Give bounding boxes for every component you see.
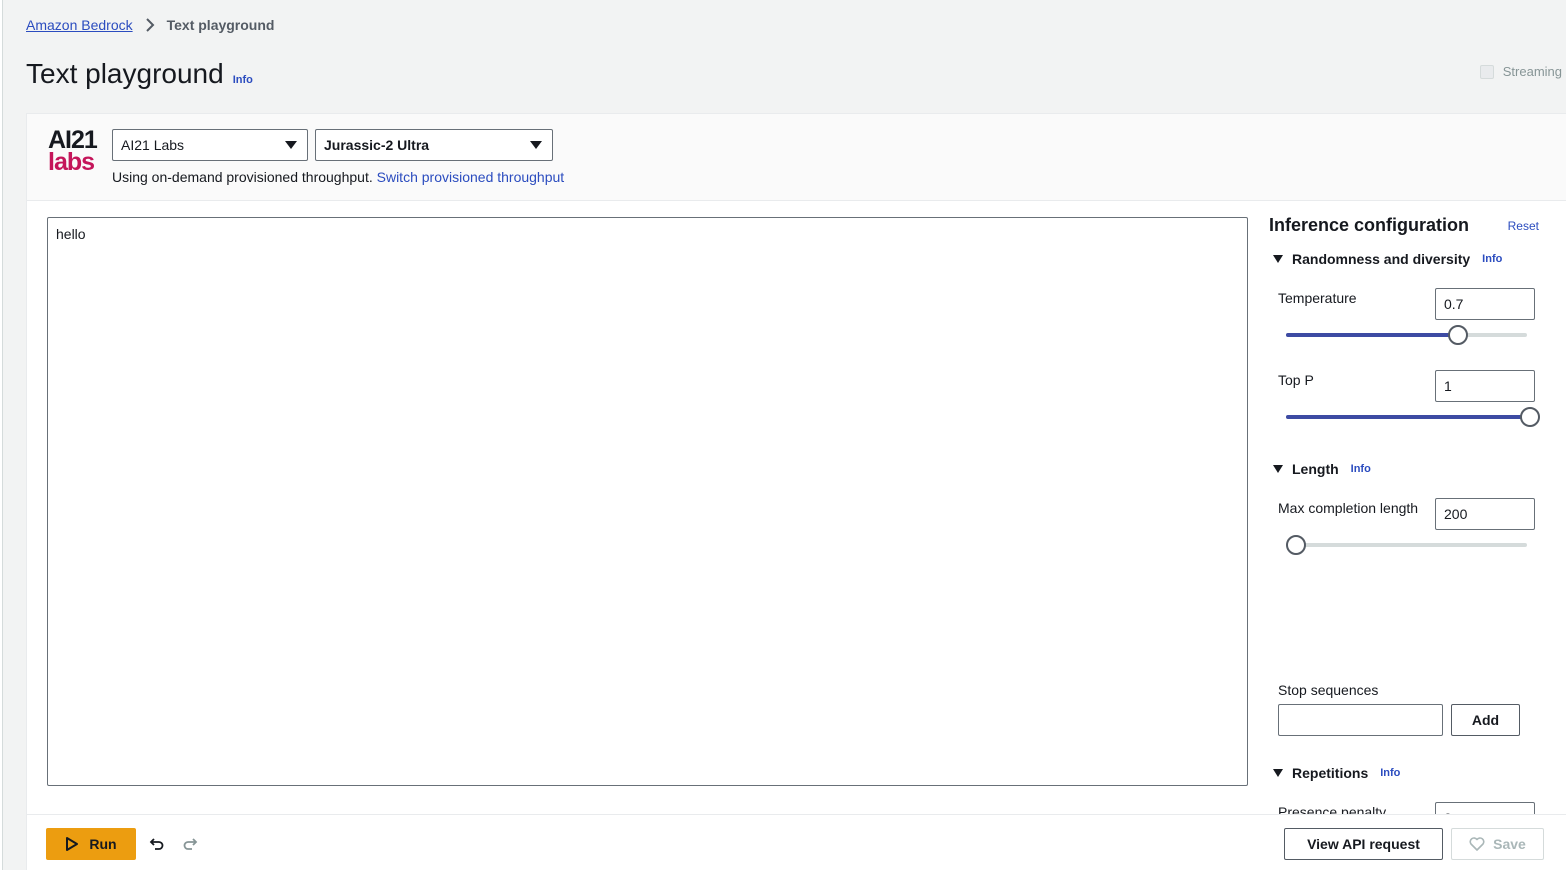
inference-config-title: Inference configuration bbox=[1269, 215, 1470, 235]
slider-fill bbox=[1286, 333, 1458, 337]
streaming-toggle[interactable]: Streaming bbox=[1479, 64, 1562, 79]
slider-track bbox=[1286, 543, 1527, 547]
footer-bar: Run View API request Save bbox=[27, 814, 1566, 870]
repetitions-heading: Repetitions bbox=[1292, 765, 1369, 781]
slider-fill bbox=[1286, 415, 1527, 419]
randomness-section-toggle[interactable]: Randomness and diversity Info bbox=[1273, 251, 1502, 267]
model-select-value: Jurassic-2 Ultra bbox=[324, 137, 430, 153]
logo-bottom-text: labs bbox=[48, 148, 95, 176]
add-stop-sequence-button[interactable]: Add bbox=[1451, 704, 1520, 736]
repetitions-info-link[interactable]: Info bbox=[1380, 767, 1400, 779]
undo-icon[interactable] bbox=[149, 835, 165, 851]
streaming-checkbox[interactable] bbox=[1479, 64, 1494, 79]
slider-thumb[interactable] bbox=[1286, 535, 1306, 555]
max-length-label: Max completion length bbox=[1278, 500, 1419, 516]
length-heading: Length bbox=[1292, 461, 1339, 477]
switch-throughput-link[interactable]: Switch provisioned throughput bbox=[377, 169, 565, 185]
model-bar: AI21 labs AI21 Labs Jurassic-2 Ultra Usi… bbox=[27, 114, 1566, 201]
caret-down-icon bbox=[1273, 769, 1283, 777]
model-select[interactable]: Jurassic-2 Ultra bbox=[315, 129, 553, 161]
playground-panel: AI21 labs AI21 Labs Jurassic-2 Ultra Usi… bbox=[26, 113, 1566, 870]
length-section-toggle[interactable]: Length Info bbox=[1273, 461, 1371, 477]
left-rail bbox=[0, 0, 3, 870]
reset-link[interactable]: Reset bbox=[1508, 219, 1539, 233]
top-p-slider[interactable] bbox=[1286, 407, 1540, 427]
caret-down-icon bbox=[285, 141, 297, 149]
caret-down-icon bbox=[1273, 465, 1283, 473]
caret-down-icon bbox=[1273, 255, 1283, 263]
run-button-label: Run bbox=[89, 836, 117, 852]
top-p-input[interactable]: 1 bbox=[1435, 370, 1535, 402]
repetitions-section-toggle[interactable]: Repetitions Info bbox=[1273, 765, 1400, 781]
temperature-label: Temperature bbox=[1278, 290, 1357, 306]
ai21-labs-logo: AI21 labs bbox=[48, 128, 98, 175]
slider-thumb[interactable] bbox=[1448, 325, 1468, 345]
provider-select[interactable]: AI21 Labs bbox=[112, 129, 308, 161]
breadcrumb-amazon-bedrock[interactable]: Amazon Bedrock bbox=[26, 17, 133, 33]
breadcrumb: Amazon Bedrock Text playground bbox=[26, 17, 274, 33]
max-length-slider[interactable] bbox=[1286, 535, 1527, 555]
slider-thumb[interactable] bbox=[1520, 407, 1540, 427]
page-info-link[interactable]: Info bbox=[233, 74, 253, 86]
throughput-text: Using on-demand provisioned throughput. bbox=[112, 169, 373, 185]
chevron-right-icon bbox=[145, 18, 155, 32]
randomness-heading: Randomness and diversity bbox=[1292, 251, 1471, 267]
page-title-text: Text playground bbox=[26, 58, 224, 89]
caret-down-icon bbox=[530, 141, 542, 149]
save-button-label: Save bbox=[1493, 836, 1526, 852]
heart-icon bbox=[1469, 837, 1485, 851]
randomness-info-link[interactable]: Info bbox=[1482, 253, 1502, 265]
save-button[interactable]: Save bbox=[1451, 828, 1544, 860]
temperature-slider[interactable] bbox=[1286, 325, 1527, 345]
page-title: Text playground Info bbox=[26, 58, 253, 90]
temperature-input[interactable]: 0.7 bbox=[1435, 288, 1535, 320]
breadcrumb-current: Text playground bbox=[166, 17, 275, 33]
top-p-label: Top P bbox=[1278, 372, 1314, 388]
redo-icon[interactable] bbox=[182, 835, 198, 851]
max-length-input[interactable]: 200 bbox=[1435, 498, 1535, 530]
view-api-request-button[interactable]: View API request bbox=[1284, 828, 1443, 860]
stop-sequences-label: Stop sequences bbox=[1278, 682, 1379, 698]
provider-select-value: AI21 Labs bbox=[121, 137, 185, 153]
throughput-note: Using on-demand provisioned throughput. … bbox=[112, 169, 564, 185]
streaming-label: Streaming bbox=[1502, 64, 1562, 79]
stop-sequences-input[interactable] bbox=[1278, 704, 1443, 736]
prompt-input[interactable]: hello bbox=[47, 217, 1248, 786]
length-info-link[interactable]: Info bbox=[1351, 463, 1371, 475]
run-button[interactable]: Run bbox=[46, 828, 136, 860]
play-icon bbox=[66, 837, 79, 851]
